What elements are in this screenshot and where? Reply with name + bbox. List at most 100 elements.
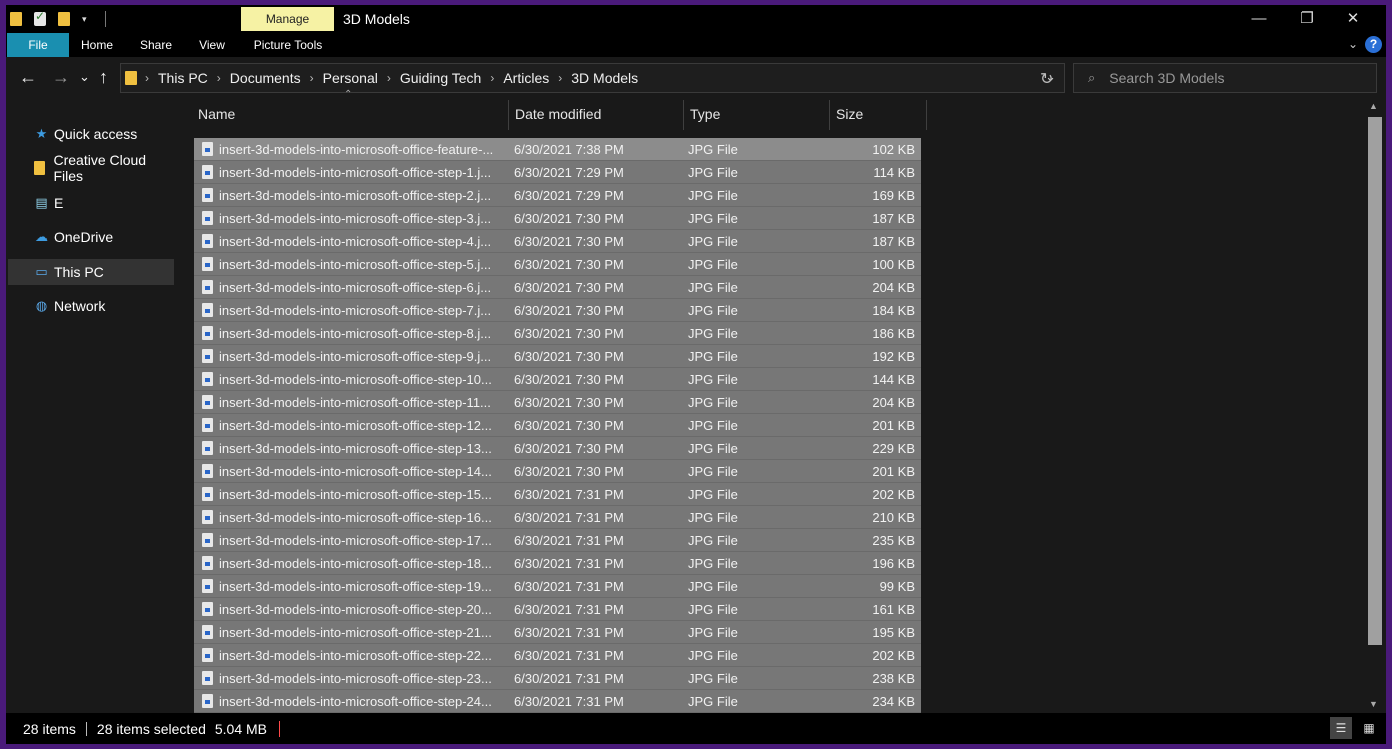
jpg-file-icon [202, 487, 213, 501]
manage-tab[interactable]: Manage [241, 7, 334, 31]
file-row[interactable]: insert-3d-models-into-microsoft-office-s… [194, 368, 921, 391]
file-name: insert-3d-models-into-microsoft-office-s… [219, 302, 492, 318]
file-row[interactable]: insert-3d-models-into-microsoft-office-s… [194, 621, 921, 644]
column-header-type[interactable]: Type [684, 97, 829, 131]
drive-icon: ▤ [35, 195, 48, 210]
breadcrumb-articles[interactable]: Articles [503, 70, 549, 86]
file-type: JPG File [688, 601, 738, 617]
sidebar-item-this-pc[interactable]: ▭ This PC [8, 259, 174, 285]
file-row[interactable]: insert-3d-models-into-microsoft-office-s… [194, 391, 921, 414]
properties-icon[interactable] [34, 9, 46, 26]
details-view-icon[interactable]: ☰ [1330, 717, 1352, 739]
file-row[interactable]: insert-3d-models-into-microsoft-office-s… [194, 437, 921, 460]
file-row[interactable]: insert-3d-models-into-microsoft-office-s… [194, 230, 921, 253]
file-row[interactable]: insert-3d-models-into-microsoft-office-s… [194, 529, 921, 552]
back-button[interactable]: ← [19, 67, 37, 87]
file-row[interactable]: insert-3d-models-into-microsoft-office-f… [194, 138, 921, 161]
new-folder-icon[interactable] [58, 12, 70, 26]
file-name: insert-3d-models-into-microsoft-office-s… [219, 555, 492, 571]
scroll-up-icon[interactable]: ▲ [1369, 101, 1378, 111]
file-type: JPG File [688, 302, 738, 318]
sidebar-item-network[interactable]: ◍ Network [8, 293, 174, 319]
file-row[interactable]: insert-3d-models-into-microsoft-office-s… [194, 414, 921, 437]
file-name: insert-3d-models-into-microsoft-office-f… [219, 141, 494, 157]
address-bar[interactable]: › This PC › Documents › Personal › Guidi… [120, 63, 1065, 93]
file-size: 210 KB [872, 509, 915, 525]
help-icon[interactable]: ? [1365, 36, 1382, 53]
file-row[interactable]: insert-3d-models-into-microsoft-office-s… [194, 460, 921, 483]
jpg-file-icon [202, 671, 213, 685]
file-row[interactable]: insert-3d-models-into-microsoft-office-s… [194, 184, 921, 207]
network-icon: ◍ [35, 298, 48, 313]
file-row[interactable]: insert-3d-models-into-microsoft-office-s… [194, 506, 921, 529]
breadcrumb-separator[interactable]: › [310, 71, 314, 85]
jpg-file-icon [202, 165, 213, 179]
sidebar-item-onedrive[interactable]: ☁ OneDrive [8, 224, 174, 250]
column-header-date-modified[interactable]: Date modified [509, 97, 683, 131]
file-row[interactable]: insert-3d-models-into-microsoft-office-s… [194, 667, 921, 690]
restore-button[interactable]: ❐ [1284, 8, 1330, 30]
breadcrumb-documents[interactable]: Documents [230, 70, 301, 86]
recent-locations-button[interactable]: ⌄ [79, 67, 90, 87]
jpg-file-icon [202, 602, 213, 616]
file-size: 192 KB [872, 348, 915, 364]
file-row[interactable]: insert-3d-models-into-microsoft-office-s… [194, 345, 921, 368]
column-header-name[interactable]: Name [192, 97, 508, 131]
file-size: 204 KB [872, 279, 915, 295]
computer-icon: ▭ [35, 264, 48, 279]
file-size: 99 KB [879, 578, 915, 594]
jpg-file-icon [202, 579, 213, 593]
jpg-file-icon [202, 326, 213, 340]
jpg-file-icon [202, 372, 213, 386]
column-divider[interactable] [926, 100, 927, 130]
tab-file[interactable]: File [7, 33, 69, 57]
search-input[interactable] [1109, 70, 1350, 86]
breadcrumb-3d-models[interactable]: 3D Models [571, 70, 638, 86]
refresh-icon[interactable]: ↻ [1040, 69, 1053, 89]
file-row[interactable]: insert-3d-models-into-microsoft-office-s… [194, 161, 921, 184]
vertical-scrollbar[interactable]: ▲ ▼ [1367, 97, 1386, 713]
breadcrumb-guiding-tech[interactable]: Guiding Tech [400, 70, 481, 86]
file-row[interactable]: insert-3d-models-into-microsoft-office-s… [194, 299, 921, 322]
tab-picture-tools[interactable]: Picture Tools [246, 33, 330, 57]
tab-share[interactable]: Share [134, 33, 178, 57]
customize-toolbar-icon[interactable]: ▾ [82, 14, 87, 25]
file-row[interactable]: insert-3d-models-into-microsoft-office-s… [194, 253, 921, 276]
jpg-file-icon [202, 418, 213, 432]
quick-access-toolbar: ▾ [10, 9, 106, 27]
sidebar-item-creative-cloud-files[interactable]: Creative Cloud Files [8, 152, 174, 184]
breadcrumb-separator[interactable]: › [217, 71, 221, 85]
scrollbar-thumb[interactable] [1368, 117, 1382, 645]
search-box[interactable]: ⌕ [1073, 63, 1377, 93]
breadcrumb-separator[interactable]: › [387, 71, 391, 85]
column-header-size[interactable]: Size [830, 97, 926, 131]
file-row[interactable]: insert-3d-models-into-microsoft-office-s… [194, 690, 921, 713]
cloud-icon: ☁ [35, 229, 48, 244]
file-name: insert-3d-models-into-microsoft-office-s… [219, 256, 492, 272]
expand-ribbon-icon[interactable]: ⌄ [1348, 37, 1358, 51]
tab-home[interactable]: Home [76, 33, 118, 57]
file-row[interactable]: insert-3d-models-into-microsoft-office-s… [194, 644, 921, 667]
file-row[interactable]: insert-3d-models-into-microsoft-office-s… [194, 276, 921, 299]
scroll-down-icon[interactable]: ▼ [1369, 699, 1378, 709]
up-button[interactable]: ↑ [99, 67, 108, 87]
breadcrumb-personal[interactable]: Personal [323, 70, 378, 86]
file-row[interactable]: insert-3d-models-into-microsoft-office-s… [194, 483, 921, 506]
minimize-button[interactable]: — [1236, 8, 1282, 30]
file-row[interactable]: insert-3d-models-into-microsoft-office-s… [194, 207, 921, 230]
sidebar-item-e-drive[interactable]: ▤ E [8, 190, 174, 216]
sidebar-item-quick-access[interactable]: ★ Quick access [8, 121, 174, 147]
breadcrumb-separator[interactable]: › [490, 71, 494, 85]
large-icons-view-icon[interactable]: ▦ [1358, 717, 1380, 739]
file-row[interactable]: insert-3d-models-into-microsoft-office-s… [194, 575, 921, 598]
breadcrumb-separator[interactable]: › [558, 71, 562, 85]
file-row[interactable]: insert-3d-models-into-microsoft-office-s… [194, 322, 921, 345]
close-button[interactable]: ✕ [1330, 8, 1376, 30]
file-row[interactable]: insert-3d-models-into-microsoft-office-s… [194, 552, 921, 575]
breadcrumb-this-pc[interactable]: This PC [158, 70, 208, 86]
file-size: 102 KB [872, 141, 915, 157]
file-row[interactable]: insert-3d-models-into-microsoft-office-s… [194, 598, 921, 621]
forward-button[interactable]: → [52, 67, 70, 87]
window-title: 3D Models [343, 11, 410, 27]
tab-view[interactable]: View [194, 33, 230, 57]
